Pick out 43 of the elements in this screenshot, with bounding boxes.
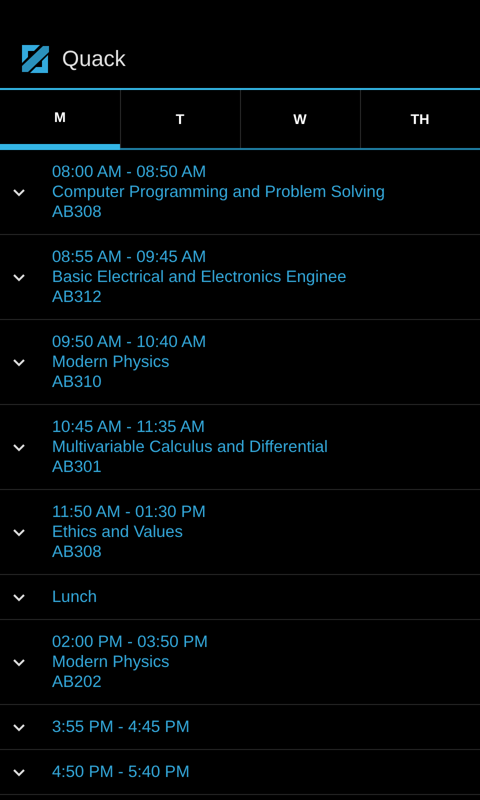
chevron-icon[interactable] <box>12 272 26 282</box>
app-title: Quack <box>62 46 126 72</box>
day-tab[interactable]: T <box>120 90 240 150</box>
chevron-icon[interactable] <box>12 357 26 367</box>
course-title: Ethics and Values <box>52 522 184 542</box>
schedule-row[interactable]: 4:50 PM - 5:40 PM <box>0 750 480 795</box>
row-text: Lunch <box>52 587 97 607</box>
course-title: Modern Physics <box>52 352 170 372</box>
chevron-icon[interactable] <box>12 187 26 197</box>
room-text: AB202 <box>52 672 103 692</box>
day-tab[interactable]: TH <box>360 90 480 150</box>
schedule-row[interactable]: 10:45 AM - 11:35 AM Multivariable Calculus and Differential AB301 <box>0 405 480 490</box>
row-text: 4:50 PM - 5:40 PM <box>52 762 190 782</box>
room-text: AB308 <box>52 202 103 222</box>
chevron-icon[interactable] <box>12 592 26 602</box>
room-text: AB301 <box>52 457 103 477</box>
chevron-icon[interactable] <box>12 722 26 732</box>
chevron-icon[interactable] <box>12 442 26 452</box>
day-tab[interactable]: W <box>240 90 360 150</box>
course-title: Basic Electrical and Electronics Enginee <box>52 267 346 287</box>
room-text: AB312 <box>52 287 103 307</box>
chevron-icon[interactable] <box>12 767 26 777</box>
time-text: 02:00 PM - 03:50 PM <box>52 632 208 652</box>
course-title: Multivariable Calculus and Differential <box>52 437 328 457</box>
time-text: 10:45 AM - 11:35 AM <box>52 417 206 437</box>
schedule-row[interactable]: 02:00 PM - 03:50 PM Modern Physics AB202 <box>0 620 480 705</box>
schedule-row[interactable]: 09:50 AM - 10:40 AM Modern Physics AB310 <box>0 320 480 405</box>
schedule-row[interactable]: 08:00 AM - 08:50 AM Computer Programming and Problem Solving AB308 <box>0 150 480 235</box>
schedule-row[interactable]: Lunch <box>0 575 480 620</box>
course-title: Modern Physics <box>52 652 170 672</box>
schedule-row[interactable]: 11:50 AM - 01:30 PM Ethics and Values AB308 <box>0 490 480 575</box>
schedule-row[interactable]: 08:55 AM - 09:45 AM Basic Electrical and Electronics Enginee AB312 <box>0 235 480 320</box>
time-text: 08:55 AM - 09:45 AM <box>52 247 208 267</box>
chevron-icon[interactable] <box>12 527 26 537</box>
schedule-row[interactable]: 3:55 PM - 4:45 PM <box>0 705 480 750</box>
course-title: Computer Programming and Problem Solving <box>52 182 385 202</box>
room-text: AB308 <box>52 542 103 562</box>
time-text: 09:50 AM - 10:40 AM <box>52 332 206 352</box>
chevron-icon[interactable] <box>12 657 26 667</box>
room-text: AB310 <box>52 372 103 392</box>
time-text: 08:00 AM - 08:50 AM <box>52 162 208 182</box>
time-text: 11:50 AM - 01:30 PM <box>52 502 206 522</box>
row-text: 3:55 PM - 4:45 PM <box>52 717 190 737</box>
